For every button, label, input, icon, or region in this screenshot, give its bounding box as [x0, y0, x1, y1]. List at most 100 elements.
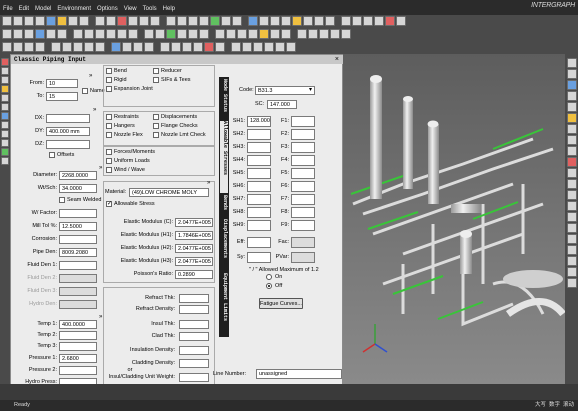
sh5-input[interactable] — [247, 168, 271, 179]
cii-setup-icon[interactable] — [35, 42, 45, 52]
seam-welded-checkbox[interactable] — [59, 197, 65, 203]
side-view-icon[interactable] — [314, 16, 324, 26]
temp-2-input[interactable] — [59, 331, 97, 340]
show-icon[interactable] — [374, 16, 384, 26]
view-tool-15-icon[interactable] — [566, 212, 577, 222]
corrosion-input[interactable] — [59, 235, 97, 244]
f2-input[interactable] — [291, 129, 315, 140]
f8-input[interactable] — [291, 207, 315, 218]
view-tool-1-icon[interactable] — [566, 58, 577, 68]
legend-icon[interactable] — [330, 29, 340, 39]
side-tool-10-icon[interactable] — [1, 139, 9, 147]
select-icon[interactable] — [215, 29, 225, 39]
help-icon[interactable] — [286, 42, 296, 52]
material-select[interactable]: (49)LOW CHROME MOLY — [129, 188, 209, 197]
node-icon[interactable] — [166, 16, 176, 26]
on-radio[interactable] — [266, 274, 272, 280]
side-tool-3-icon[interactable] — [1, 76, 9, 84]
displacements-checkbox[interactable] — [153, 114, 159, 120]
find-icon[interactable] — [128, 16, 138, 26]
view-tool-8-icon[interactable] — [566, 135, 577, 145]
menu-view[interactable]: View — [124, 4, 137, 14]
view-tool-18-icon[interactable] — [566, 245, 577, 255]
view-tool-13-icon[interactable] — [566, 190, 577, 200]
front-view-icon[interactable] — [303, 16, 313, 26]
save-icon[interactable] — [24, 16, 34, 26]
highlight-icon[interactable] — [259, 29, 269, 39]
anchor-icon[interactable] — [111, 42, 121, 52]
dx-chevron-icon[interactable]: » — [93, 107, 96, 113]
expansion-joint-checkbox[interactable] — [106, 86, 112, 92]
zoom-icon[interactable] — [248, 16, 258, 26]
cube-top-icon[interactable] — [117, 29, 127, 39]
clip-icon[interactable] — [281, 29, 291, 39]
poissons-ratio-input[interactable]: 0.2890 — [175, 270, 213, 279]
view-tool-2-icon[interactable] — [566, 69, 577, 79]
report-icon[interactable] — [231, 42, 241, 52]
temp-chevron-icon[interactable]: » — [99, 314, 102, 320]
tab-bends[interactable]: Bends — [220, 195, 228, 217]
valve-icon[interactable] — [73, 42, 83, 52]
elastic-modulus-h2-input[interactable]: 2.0477E+005 — [175, 244, 213, 253]
f3-input[interactable] — [291, 142, 315, 153]
menu-options[interactable]: Options — [97, 4, 118, 14]
view-tool-9-icon[interactable] — [566, 146, 577, 156]
reducer-icon[interactable] — [62, 42, 72, 52]
view-tool-10-icon[interactable] — [566, 157, 577, 167]
invert-icon[interactable] — [248, 29, 258, 39]
sif-icon[interactable] — [232, 16, 242, 26]
cii-print-icon[interactable] — [24, 42, 34, 52]
weight-icon[interactable] — [57, 29, 67, 39]
line-number-input[interactable]: unassigned — [256, 369, 342, 379]
sh2-input[interactable] — [247, 129, 271, 140]
table-icon[interactable] — [150, 16, 160, 26]
f9-input[interactable] — [291, 220, 315, 231]
move-icon[interactable] — [237, 29, 247, 39]
tab-node-status[interactable]: Node Status — [220, 79, 228, 119]
light-icon[interactable] — [308, 29, 318, 39]
batch-run-icon[interactable] — [46, 16, 56, 26]
sifs-tees-checkbox[interactable] — [153, 77, 159, 83]
sh1-input[interactable]: 128.000 — [247, 116, 271, 127]
sh9-input[interactable] — [247, 220, 271, 231]
rigid-checkbox[interactable] — [106, 77, 112, 83]
f1-input[interactable] — [291, 116, 315, 127]
side-tool-9-icon[interactable] — [1, 130, 9, 138]
snap-icon[interactable] — [270, 29, 280, 39]
fluid-den-3-input[interactable] — [59, 287, 97, 296]
pressure-1-input[interactable]: 2.6800 — [59, 354, 97, 363]
cii-open-icon[interactable] — [2, 42, 12, 52]
bend-checkbox[interactable] — [106, 68, 112, 74]
view-tool-17-icon[interactable] — [566, 234, 577, 244]
export-icon[interactable] — [264, 42, 274, 52]
error-check-icon[interactable] — [57, 16, 67, 26]
f7-input[interactable] — [291, 194, 315, 205]
view-tool-16-icon[interactable] — [566, 223, 577, 233]
diameter-input[interactable]: 2268.0000 — [59, 171, 97, 180]
spring-icon[interactable] — [133, 42, 143, 52]
cube-bottom-icon[interactable] — [128, 29, 138, 39]
sh7-input[interactable] — [247, 194, 271, 205]
view-tool-21-icon[interactable] — [566, 278, 577, 288]
label-icon[interactable] — [155, 29, 165, 39]
menu-tools[interactable]: Tools — [143, 4, 157, 14]
top-view-icon[interactable] — [325, 16, 335, 26]
wt-sch-input[interactable]: 34.0000 — [59, 184, 97, 193]
redo-icon[interactable] — [79, 16, 89, 26]
sh6-input[interactable] — [247, 181, 271, 192]
fatigue-curves-button[interactable]: Fatigue Curves... — [259, 298, 303, 309]
render-icon[interactable] — [341, 16, 351, 26]
menu-model[interactable]: Model — [35, 4, 51, 14]
measure-icon[interactable] — [144, 29, 154, 39]
refract-thk-input[interactable] — [179, 294, 209, 303]
pressure-2-input[interactable] — [59, 366, 97, 375]
dy-input[interactable]: 400.000 mm — [46, 127, 90, 136]
nozzle-lmt-check-checkbox[interactable] — [153, 132, 159, 138]
print-icon[interactable] — [35, 16, 45, 26]
group-icon[interactable] — [226, 29, 236, 39]
restraint-icon[interactable] — [210, 16, 220, 26]
side-tool-7-icon[interactable] — [1, 112, 9, 120]
clad-thk-input[interactable] — [179, 332, 209, 341]
tab-allowable-stresses[interactable]: Allowable Stresses — [220, 121, 228, 193]
menu-edit[interactable]: Edit — [19, 4, 29, 14]
